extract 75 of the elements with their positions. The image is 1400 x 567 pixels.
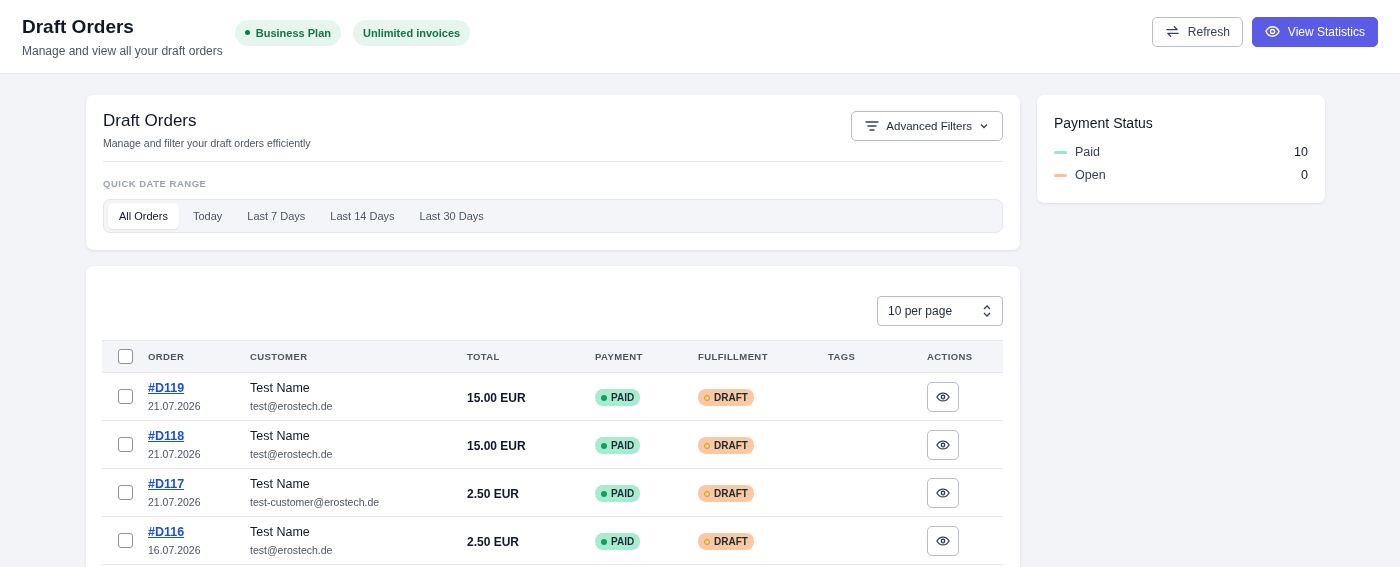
view-button[interactable]	[927, 525, 959, 556]
column-header: TAGS	[828, 351, 856, 362]
card-title: Draft Orders	[103, 111, 198, 131]
card-subtitle: Manage and filter your draft orders efficiently	[103, 137, 311, 149]
date-range-tab[interactable]: Last 30 Days	[408, 203, 495, 229]
order-link[interactable]: #D116	[148, 525, 250, 539]
column-header: ORDER	[148, 351, 185, 362]
customer-email: test@erostech.de	[250, 400, 334, 412]
column-header: TOTAL	[467, 351, 500, 362]
customer-email: test@erostech.de	[250, 448, 334, 460]
refresh-button[interactable]: Refresh	[1151, 16, 1243, 47]
eye-icon	[936, 438, 950, 451]
column-header: PAYMENT	[595, 351, 643, 362]
payment-badge: PAID	[595, 389, 641, 407]
dot-icon	[244, 30, 250, 35]
column-header: ACTIONS	[927, 351, 973, 362]
customer-email: test-customer@erostech.de	[250, 496, 381, 508]
order-link[interactable]: #D119	[148, 381, 250, 395]
payment-badge: PAID	[595, 485, 641, 503]
fulfillment-badge: DRAFT	[698, 437, 754, 455]
eye-icon	[1264, 24, 1280, 39]
eye-icon	[936, 534, 950, 547]
checkbox[interactable]	[117, 485, 133, 500]
page-subtitle: Manage and view all your draft orders	[22, 43, 223, 58]
status-label: Open	[1075, 168, 1107, 182]
page-title: Draft Orders	[22, 15, 135, 38]
order-date: 16.07.2026	[148, 544, 202, 556]
payment-badge: PAID	[595, 533, 641, 551]
sort-arrows-icon	[982, 304, 992, 318]
order-link[interactable]: #D118	[148, 429, 250, 443]
section-label: QUICK DATE RANGE	[103, 178, 208, 189]
customer-email: test@erostech.de	[250, 544, 334, 556]
order-date: 21.07.2026	[148, 448, 202, 460]
customer-name: Test Name	[250, 477, 311, 491]
plan-badge: Unlimited invoices	[353, 19, 471, 46]
eye-icon	[936, 390, 950, 403]
order-total: 15.00 EUR	[467, 390, 526, 405]
fulfillment-badge: DRAFT	[698, 485, 754, 503]
checkbox[interactable]	[117, 389, 133, 404]
order-total: 15.00 EUR	[467, 438, 526, 453]
view-button[interactable]	[927, 477, 959, 508]
order-date: 21.07.2026	[148, 496, 202, 508]
statistics-button[interactable]: View Statistics	[1251, 16, 1378, 47]
column-header: CUSTOMER	[250, 351, 308, 362]
checkbox[interactable]	[117, 349, 133, 364]
date-range-tab[interactable]: Today	[181, 203, 234, 229]
checkbox[interactable]	[117, 437, 133, 452]
date-range-tab[interactable]: Last 14 Days	[319, 203, 406, 229]
chevron-down-icon	[979, 122, 989, 130]
customer-name: Test Name	[250, 429, 311, 443]
status-count: 10	[1294, 145, 1308, 159]
view-button[interactable]	[927, 429, 959, 460]
card-title: Payment Status	[1054, 115, 1154, 131]
fulfillment-badge: DRAFT	[698, 533, 754, 551]
customer-name: Test Name	[250, 525, 311, 539]
payment-badge: PAID	[595, 437, 641, 455]
plan-badge: Business Plan	[234, 19, 341, 46]
order-total: 2.50 EUR	[467, 486, 520, 501]
order-link[interactable]: #D117	[148, 477, 250, 491]
checkbox[interactable]	[117, 533, 133, 548]
customer-name: Test Name	[250, 381, 311, 395]
per-page-select[interactable]: 10 per page	[877, 296, 1003, 326]
column-header: FULFILLMENT	[698, 351, 768, 362]
order-total: 2.50 EUR	[467, 534, 520, 549]
date-range-tab[interactable]: All Orders	[108, 203, 179, 229]
eye-icon	[936, 486, 950, 499]
view-button[interactable]	[927, 381, 959, 412]
refresh-icon	[1164, 24, 1180, 39]
date-range-tab[interactable]: Last 7 Days	[236, 203, 317, 229]
fulfillment-badge: DRAFT	[698, 389, 754, 407]
filter-icon	[865, 120, 880, 132]
order-date: 21.07.2026	[148, 400, 202, 412]
status-count: 0	[1301, 168, 1308, 182]
status-label: Paid	[1075, 145, 1102, 159]
advanced-filters-button[interactable]: Advanced Filters	[851, 111, 1003, 141]
